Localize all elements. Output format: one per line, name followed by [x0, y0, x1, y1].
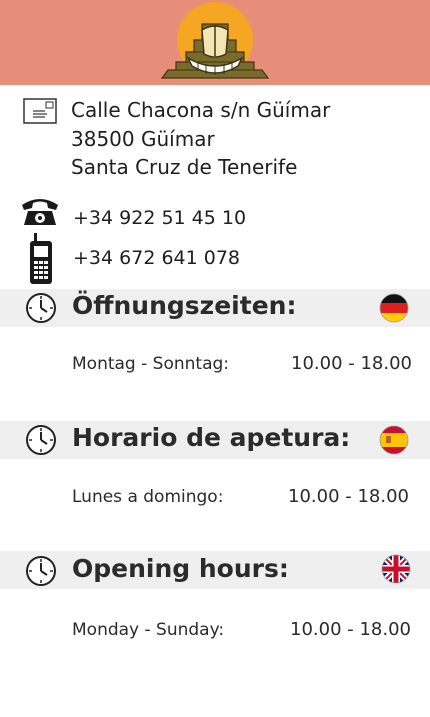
mobile-phone-icon: [30, 233, 52, 284]
hours-time-german: 10.00 - 18.00: [291, 353, 412, 374]
clock-icon: [26, 425, 56, 455]
flag-uk-icon[interactable]: [381, 554, 411, 584]
header-banner: [0, 0, 430, 85]
mobile-number[interactable]: +34 672 641 078: [73, 247, 240, 269]
hours-title-spanish: Horario de apetura:: [72, 423, 351, 452]
hours-days-german: Montag - Sonntag:: [72, 354, 230, 374]
address-city: 38500 Güímar: [71, 127, 215, 151]
hours-title-german: Öffnungszeiten:: [72, 291, 297, 320]
clock-icon: [26, 556, 56, 586]
hours-title-english: Opening hours:: [72, 554, 289, 583]
hours-days-english: Monday - Sunday:: [72, 620, 225, 640]
hours-days-spanish: Lunes a domingo:: [72, 487, 224, 507]
mail-envelope-icon: [23, 98, 57, 124]
hours-time-spanish: 10.00 - 18.00: [288, 486, 409, 507]
pyramid-logo: [160, 2, 270, 79]
landline-number[interactable]: +34 922 51 45 10: [73, 207, 246, 229]
flag-spain-icon[interactable]: [379, 425, 409, 455]
clock-icon: [26, 293, 56, 323]
telephone-icon: [22, 199, 58, 225]
flag-germany-icon[interactable]: [379, 293, 409, 323]
hours-time-english: 10.00 - 18.00: [290, 619, 411, 640]
address-street: Calle Chacona s/n Güímar: [71, 98, 331, 122]
address-region: Santa Cruz de Tenerife: [71, 155, 298, 179]
